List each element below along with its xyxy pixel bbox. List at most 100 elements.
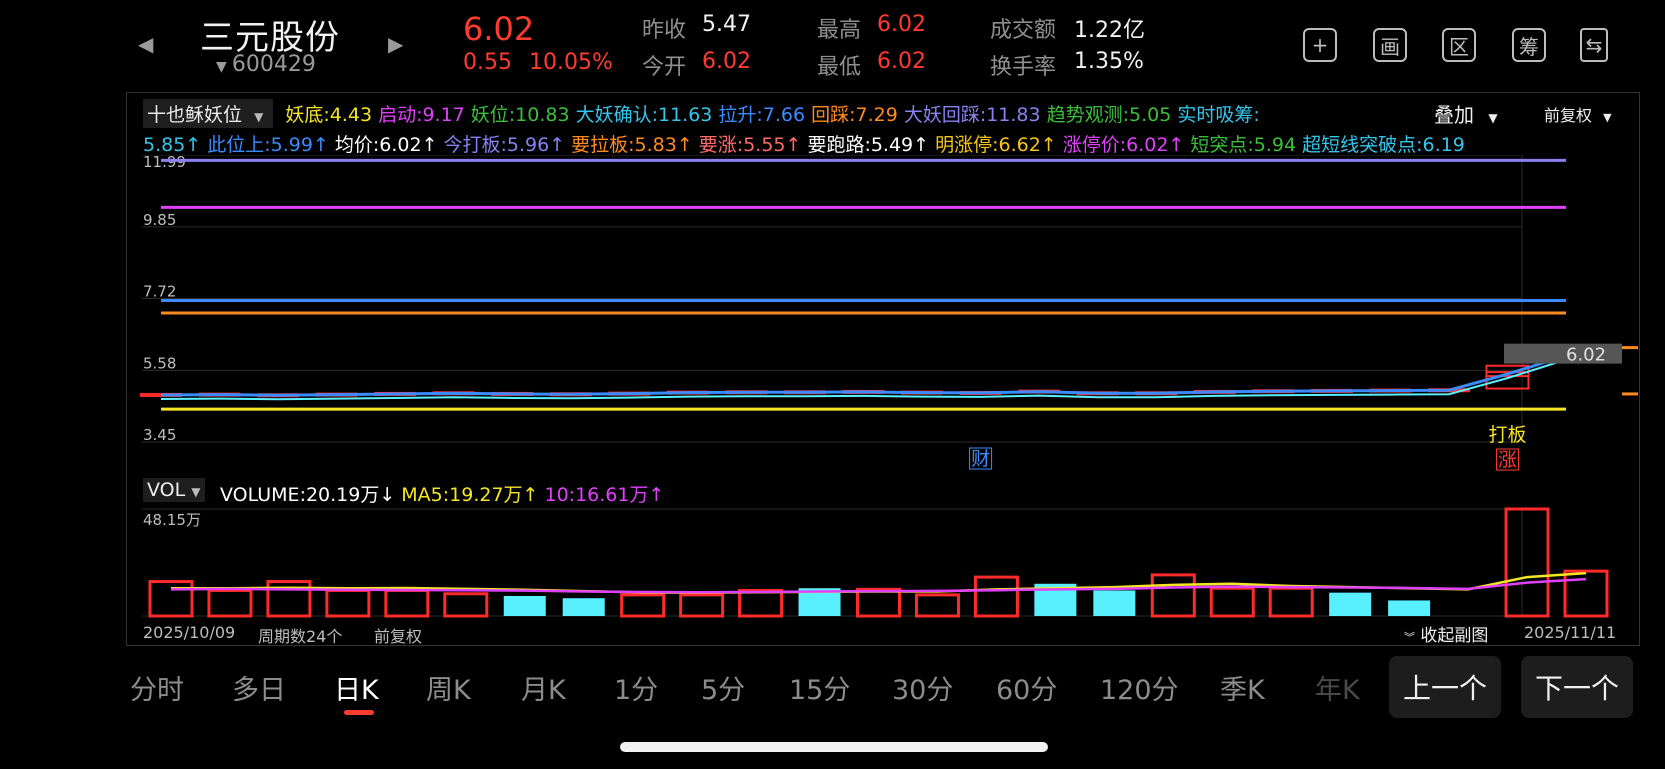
volume-bar [1388, 600, 1431, 616]
indicator-value: 妖位:10.83 [470, 104, 570, 126]
draw-icon[interactable]: 画 [1373, 28, 1407, 62]
stock-code-row[interactable]: ▼ 600429 [216, 52, 316, 77]
tab-period[interactable]: 年K [1315, 668, 1360, 707]
volume-bar [679, 593, 725, 618]
tab-period[interactable]: 15分 [789, 668, 850, 707]
volume-bar [1150, 573, 1196, 618]
active-tab-indicator [344, 710, 374, 715]
chips-icon-glyph: 筹 [1519, 34, 1539, 59]
home-indicator[interactable] [620, 742, 1048, 752]
quote-value: 6.02 [877, 49, 926, 74]
indicator-value: 明涨停:6.62↑ [935, 134, 1057, 156]
tab-period[interactable]: 60分 [996, 668, 1057, 707]
volume-bar [1563, 569, 1609, 618]
tab-period[interactable]: 5分 [701, 668, 745, 707]
volume-legend: VOLUME:20.19万↓ MA5:19.27万↑ 10:16.61万↑ [220, 480, 670, 507]
chart-annotation: 财 [971, 448, 990, 470]
volume-bar [148, 580, 194, 618]
chevron-down-icon: ▼ [216, 59, 227, 75]
quote-value: 6.02 [877, 12, 926, 37]
indicator-value: 趋势观测:5.05 [1046, 104, 1172, 126]
indicator-value: 拉升:7.66 [718, 104, 806, 126]
adjust-dropdown[interactable]: 前复权 ▼ [1544, 102, 1612, 126]
volume-chart[interactable]: 48.15万 [126, 505, 1640, 623]
volume-bar [1093, 590, 1136, 616]
volume-bar [503, 596, 546, 616]
tab-period[interactable]: 月K [521, 668, 566, 707]
volume-bar [620, 593, 666, 618]
indicator-value: 要涨:5.55↑ [698, 134, 802, 156]
quote-label: 成交额 [990, 18, 1057, 43]
next-button[interactable]: 下一个 [1521, 656, 1633, 718]
indicator-value: 今打板:5.96↑ [443, 134, 566, 156]
volume-bar [443, 592, 489, 618]
interval-icon[interactable]: 区 [1442, 28, 1476, 62]
quote-label: 今开 [642, 55, 687, 80]
next-button-label: 下一个 [1534, 672, 1619, 705]
y-tick-label: 7.72 [143, 283, 176, 301]
overlay-label: 叠加 [1434, 103, 1474, 127]
indicator-value: 涨停价:6.02↑ [1062, 134, 1185, 156]
prev-button[interactable]: 上一个 [1389, 656, 1501, 718]
overlay-dropdown[interactable]: 叠加 ▼ [1434, 99, 1498, 128]
tab-period[interactable]: 季K [1220, 668, 1265, 707]
chart-annotation: 打板 [1488, 424, 1526, 446]
indicator-value: 要跑路:5.49↑ [807, 134, 930, 156]
indicator-value: 实时吸筹: [1177, 104, 1260, 126]
tab-period[interactable]: 周K [426, 668, 471, 707]
vol-selector[interactable]: VOL ▼ [143, 478, 205, 502]
volume-max-label: 48.15万 [143, 511, 201, 529]
prev-button-label: 上一个 [1402, 672, 1487, 705]
indicator-value: 启动:9.17 [378, 104, 465, 126]
indicator-value: 妖底:4.43 [285, 104, 373, 126]
volume-legend-item: VOLUME:20.19万↓ [220, 484, 396, 506]
rotate-screen-icon[interactable]: ⇆ [1580, 28, 1608, 62]
indicator-selector-label: 十也稣妖位 [147, 104, 243, 126]
caret-down-icon: ▼ [1603, 111, 1612, 124]
collapse-label: 收起副图 [1420, 626, 1489, 646]
tab-period[interactable]: 分时 [130, 668, 184, 707]
tab-period[interactable]: 日K [334, 668, 379, 707]
start-date: 2025/10/09 [143, 623, 236, 642]
quote-label: 换手率 [990, 55, 1057, 80]
rotate-screen-icon-glyph: ⇆ [1585, 33, 1603, 57]
y-tick-label: 3.45 [143, 426, 176, 444]
interval-icon-glyph: 区 [1449, 34, 1469, 59]
indicator-selector[interactable]: 十也稣妖位 ▼ [143, 99, 274, 128]
tab-period[interactable]: 30分 [892, 668, 953, 707]
y-tick-label: 5.58 [143, 354, 176, 372]
change-percent: 10.05% [528, 50, 613, 75]
quote-value: 6.02 [702, 49, 751, 74]
next-stock-arrow[interactable]: ▶ [388, 32, 403, 56]
volume-bar [1268, 586, 1314, 618]
quote-value: 1.22亿 [1074, 18, 1145, 43]
candlestick-chart[interactable]: 11.99 9.85 7.72 5.58 3.45 6.02 财 打板涨 [126, 155, 1640, 475]
indicator-row-1: 十也稣妖位 ▼ 妖底:4.43 启动:9.17 妖位:10.83 大妖确认:11.63… [143, 99, 1272, 128]
price-change: 0.55 10.05% [463, 50, 613, 75]
add-icon[interactable]: + [1303, 28, 1337, 62]
quote-label: 最高 [817, 18, 862, 43]
collapse-subchart-button[interactable]: ︾ 收起副图 [1404, 621, 1488, 646]
volume-bar [325, 588, 371, 618]
chevron-down-icon: ︾ [1404, 631, 1415, 644]
tab-period[interactable]: 120分 [1100, 668, 1179, 707]
add-icon-glyph: + [1311, 33, 1329, 57]
volume-legend-item: 10:16.61万↑ [544, 484, 665, 506]
draw-icon-glyph: 画 [1380, 34, 1400, 59]
chips-icon[interactable]: 筹 [1512, 28, 1546, 62]
volume-bar [1504, 507, 1550, 618]
tab-period[interactable]: 多日 [232, 668, 286, 707]
quote-label: 最低 [817, 55, 862, 80]
indicator-value: 超短线突破点:6.19 [1302, 134, 1465, 156]
prev-stock-arrow[interactable]: ◀ [138, 32, 153, 56]
stock-code: 600429 [231, 52, 316, 77]
volume-bar [1329, 592, 1372, 616]
quote-value: 5.47 [702, 12, 751, 37]
current-price: 6.02 [463, 10, 535, 48]
end-date: 2025/11/11 [1524, 623, 1617, 642]
volume-bar [856, 587, 901, 618]
indicator-value: 要拉板:5.83↑ [571, 134, 693, 156]
tab-period[interactable]: 1分 [614, 668, 658, 707]
volume-bar [1209, 586, 1255, 618]
quote-value: 1.35% [1074, 49, 1144, 74]
